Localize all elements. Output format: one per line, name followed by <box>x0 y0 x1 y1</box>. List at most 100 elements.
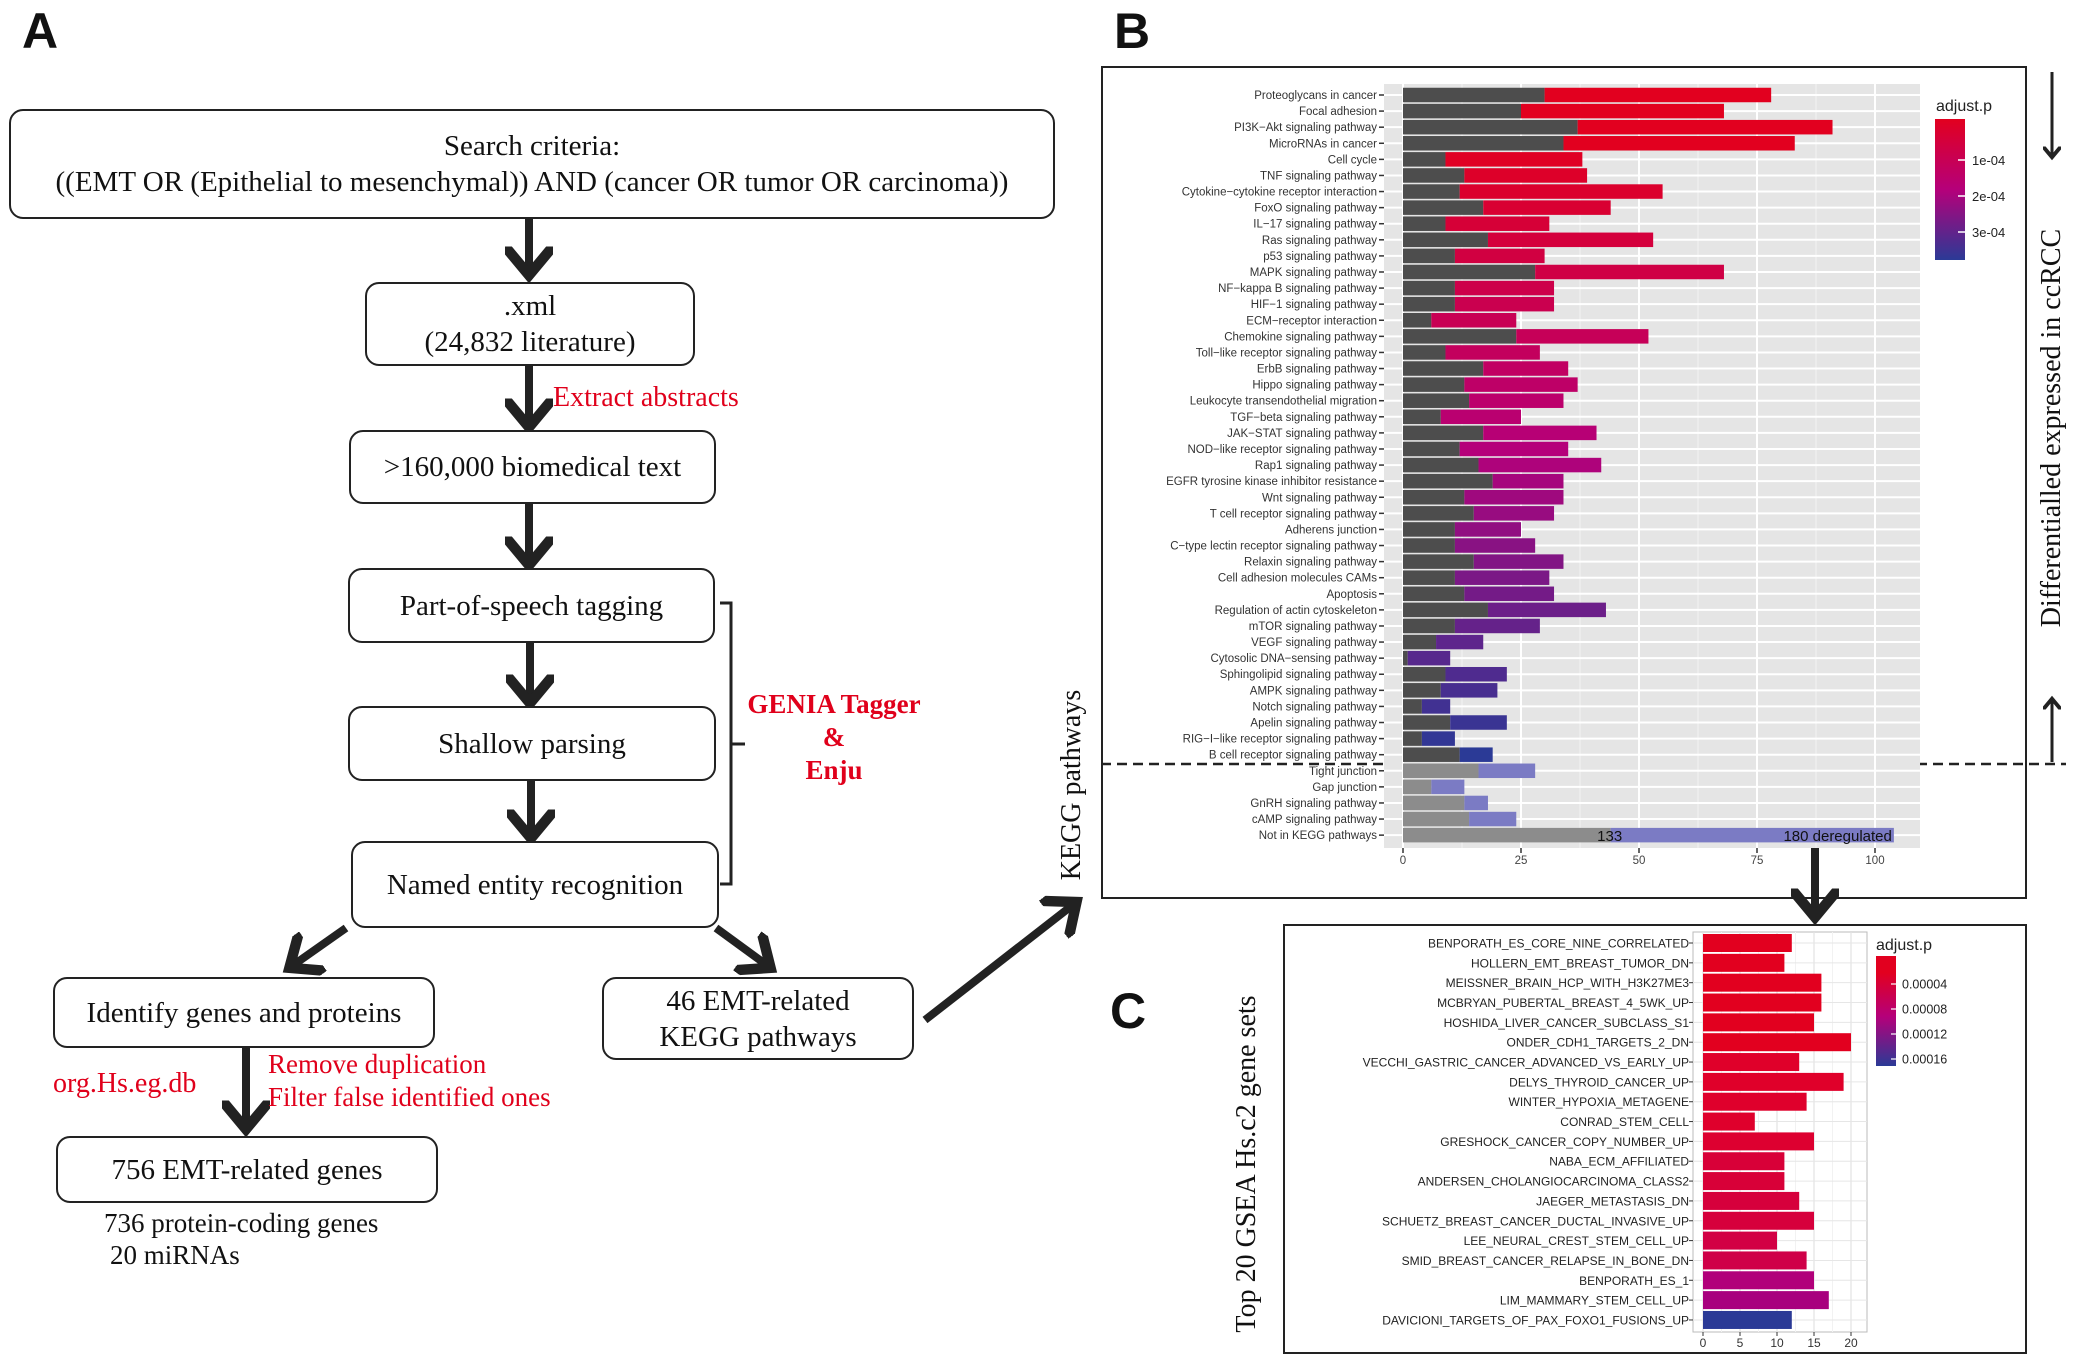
gsea-bar <box>1703 1132 1814 1151</box>
bar-segment-kegg-genes <box>1403 506 1474 521</box>
category-label: ErbB signaling pathway <box>1257 364 1377 376</box>
bar-segment-deregulated <box>1521 103 1724 119</box>
bar-segment-deregulated <box>1454 296 1555 312</box>
bar-segment-deregulated <box>1421 731 1455 746</box>
bar-segment-kegg-genes <box>1403 634 1437 650</box>
bar-segment-deregulated <box>1454 618 1540 634</box>
category-label: MicroRNAs in cancer <box>1269 138 1377 150</box>
gene-set-label: VECCHI_GASTRIC_CANCER_ADVANCED_VS_EARLY_… <box>1363 1056 1689 1070</box>
category-label: EGFR tyrosine kinase inhibitor resistanc… <box>1166 476 1377 488</box>
bar-segment-deregulated <box>1454 280 1555 296</box>
bar-segment-deregulated <box>1464 586 1555 602</box>
bar-segment-kegg-genes <box>1403 570 1455 585</box>
gsea-bar <box>1703 934 1792 952</box>
bar-segment-kegg-genes <box>1403 827 1611 843</box>
category-label: Focal adhesion <box>1299 106 1377 118</box>
bar-segment-kegg-genes <box>1403 666 1446 682</box>
bar-segment-kegg-genes <box>1403 811 1470 827</box>
category-label: Sphingolipid signaling pathway <box>1220 669 1378 681</box>
bar-segment-deregulated <box>1478 763 1536 779</box>
category-label: Ras signaling pathway <box>1262 235 1377 247</box>
bar-segment-deregulated <box>1464 168 1588 183</box>
bar-segment-deregulated <box>1473 506 1555 521</box>
bar-segment-kegg-genes <box>1403 473 1493 489</box>
category-label: T cell receptor signaling pathway <box>1210 508 1378 520</box>
legend-tick-label: 2e-04 <box>1972 189 2005 204</box>
bar-segment-kegg-genes <box>1403 715 1451 730</box>
gsea-bar <box>1703 1053 1800 1072</box>
bar-segment-kegg-genes <box>1403 152 1446 167</box>
bar-segment-kegg-genes <box>1403 586 1465 602</box>
gsea-bar <box>1703 1013 1814 1032</box>
category-label: JAK−STAT signaling pathway <box>1227 428 1377 440</box>
bar-segment-deregulated <box>1431 313 1517 328</box>
gsea-bar <box>1703 1271 1814 1290</box>
category-label: C−type lectin receptor signaling pathway <box>1170 541 1377 553</box>
category-label: Not in KEGG pathways <box>1259 830 1377 842</box>
bar-segment-kegg-genes <box>1403 393 1470 408</box>
x-tick-label: 5 <box>1737 1336 1744 1350</box>
category-label: ECM−receptor interaction <box>1246 315 1377 327</box>
category-label: NF−kappa B signaling pathway <box>1218 283 1377 295</box>
gene-set-label: CONRAD_STEM_CELL <box>1560 1115 1689 1129</box>
bar-segment-kegg-genes <box>1403 103 1521 119</box>
x-tick-label: 0 <box>1400 855 1406 867</box>
category-label: PI3K−Akt signaling pathway <box>1234 122 1377 134</box>
category-label: Relaxin signaling pathway <box>1244 557 1377 569</box>
bar-segment-kegg-genes <box>1403 264 1536 280</box>
legend-tick-label: 0.00004 <box>1902 978 1947 992</box>
gsea-bar <box>1703 973 1822 992</box>
gsea-bar <box>1703 1072 1844 1091</box>
legend-tick-label: 0.00012 <box>1902 1028 1947 1042</box>
category-label: NOD−like receptor signaling pathway <box>1187 444 1377 456</box>
bar-segment-kegg-genes <box>1403 747 1460 762</box>
bar-segment-kegg-genes <box>1403 248 1455 264</box>
bar-segment-kegg-genes <box>1403 602 1488 618</box>
gsea-bar <box>1703 993 1822 1012</box>
category-label: Cell cycle <box>1328 154 1377 166</box>
bar-segment-deregulated <box>1440 683 1498 698</box>
gsea-bar <box>1703 1191 1800 1210</box>
gsea-bar <box>1703 1310 1792 1329</box>
bar-segment-kegg-genes <box>1403 377 1465 392</box>
bar-segment-deregulated <box>1487 232 1654 248</box>
bar-segment-kegg-genes <box>1403 779 1432 795</box>
legend-title: adjust.p <box>1876 937 1932 954</box>
bar-segment-deregulated <box>1535 264 1724 280</box>
gene-set-label: ONDER_CDH1_TARGETS_2_DN <box>1507 1036 1690 1050</box>
bar-segment-deregulated <box>1431 779 1465 795</box>
bar-segment-kegg-genes <box>1403 296 1455 312</box>
legend-colorbar <box>1935 119 1965 260</box>
category-label: Apelin signaling pathway <box>1250 718 1377 730</box>
bar-segment-kegg-genes <box>1403 87 1545 103</box>
bar-segment-kegg-genes <box>1403 409 1441 425</box>
x-tick-label: 10 <box>1770 1336 1784 1350</box>
x-tick-label: 20 <box>1844 1336 1858 1350</box>
x-tick-label: 50 <box>1633 855 1646 867</box>
bar-segment-deregulated <box>1407 650 1451 666</box>
category-label: Tight junction <box>1309 766 1377 778</box>
bar-segment-deregulated <box>1577 119 1833 135</box>
gene-set-label: MCBRYAN_PUBERTAL_BREAST_4_5WK_UP <box>1437 996 1689 1010</box>
bar-segment-deregulated <box>1469 393 1564 408</box>
bar-segment-kegg-genes <box>1403 683 1441 698</box>
bar-segment-kegg-genes <box>1403 168 1465 183</box>
gene-set-label: JAEGER_METASTASIS_DN <box>1536 1194 1689 1208</box>
bar-segment-deregulated <box>1459 747 1493 762</box>
gene-set-label: GRESHOCK_CANCER_COPY_NUMBER_UP <box>1440 1135 1689 1149</box>
bar-segment-kegg-genes <box>1403 329 1517 344</box>
bar-segment-kegg-genes <box>1403 184 1460 199</box>
category-label: IL−17 signaling pathway <box>1253 219 1377 231</box>
category-label: FoxO signaling pathway <box>1254 203 1377 215</box>
bar-segment-kegg-genes <box>1403 361 1484 376</box>
annotation-deregulated: 180 deregulated <box>1783 828 1891 845</box>
gsea-bar <box>1703 1211 1814 1230</box>
gsea-bar <box>1703 1033 1851 1052</box>
category-label: MAPK signaling pathway <box>1250 267 1377 279</box>
legend-title: adjust.p <box>1936 98 1992 115</box>
bar-segment-kegg-genes <box>1403 200 1484 215</box>
category-label: Gap junction <box>1312 782 1377 794</box>
category-label: Hippo signaling pathway <box>1252 380 1377 392</box>
bar-segment-deregulated <box>1478 457 1602 473</box>
legend-tick-label: 0.00008 <box>1902 1003 1947 1017</box>
